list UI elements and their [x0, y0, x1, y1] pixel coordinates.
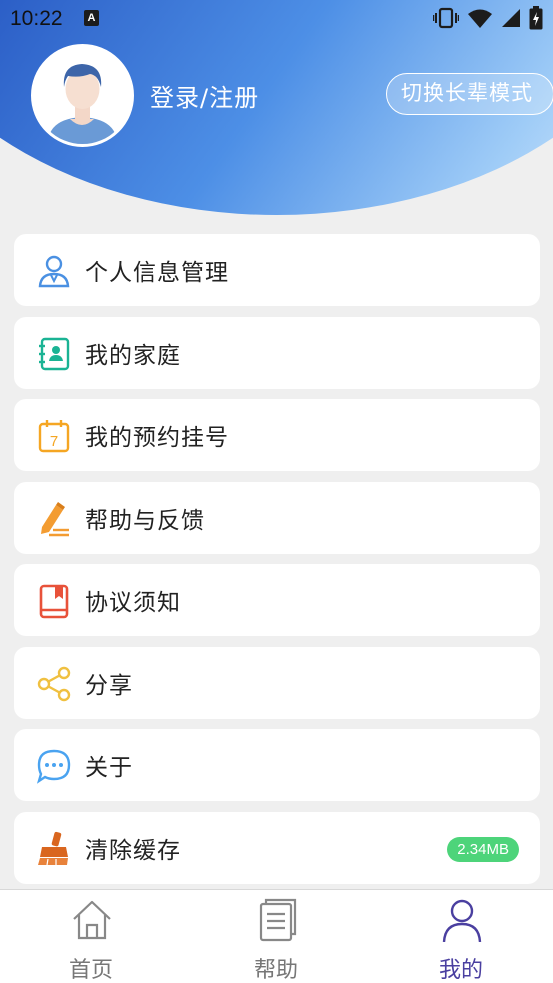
edit-pen-icon [41, 501, 69, 536]
menu-item-agreement[interactable]: 协议须知 [14, 564, 540, 636]
status-bar: 10:22 A [0, 0, 553, 38]
menu-item-share[interactable]: 分享 [14, 646, 540, 719]
default-avatar-icon [34, 47, 131, 144]
notification-a-icon: A [84, 10, 99, 26]
tab-label: 首页 [68, 958, 113, 983]
profile-header: 10:22 A 登录/注册 切换长辈模式 [0, 0, 553, 215]
wifi-icon [468, 9, 492, 28]
menu-list: 个人信息管理 我的家庭 7 我的预约挂号 帮助与反馈 协议须知 分享 关于 清除… [14, 234, 540, 894]
status-icons [433, 6, 543, 30]
menu-item-appointments[interactable]: 7 我的预约挂号 [14, 399, 540, 471]
menu-item-label: 我的预约挂号 [85, 425, 229, 451]
menu-item-label: 关于 [85, 755, 133, 781]
menu-item-label: 协议须知 [85, 590, 181, 616]
document-icon [259, 898, 297, 942]
svg-text:7: 7 [50, 433, 58, 450]
cache-size-badge: 2.34MB [447, 836, 519, 862]
vibrate-icon [433, 7, 459, 29]
person-icon [442, 899, 482, 942]
login-register-link[interactable]: 登录/注册 [150, 78, 259, 113]
menu-item-clear-cache[interactable]: 清除缓存 2.34MB [14, 811, 540, 884]
home-icon [73, 900, 111, 940]
calendar-icon: 7 [38, 420, 70, 453]
tab-home[interactable]: 首页 [31, 890, 151, 983]
user-icon [38, 255, 70, 288]
broom-icon [38, 831, 68, 865]
menu-item-label: 个人信息管理 [85, 260, 229, 286]
menu-item-label: 我的家庭 [85, 342, 181, 369]
menu-item-label: 分享 [85, 672, 133, 699]
menu-item-about[interactable]: 关于 [14, 729, 540, 801]
share-icon [37, 666, 71, 701]
status-time: 10:22 [10, 7, 63, 30]
bottom-tab-bar: 首页 帮助 我的 [0, 889, 553, 983]
menu-item-personal-info[interactable]: 个人信息管理 [14, 234, 540, 306]
battery-icon [529, 6, 543, 30]
menu-item-help-feedback[interactable]: 帮助与反馈 [14, 481, 540, 554]
avatar[interactable] [31, 44, 134, 147]
tab-label: 我的 [438, 958, 483, 983]
menu-item-my-family[interactable]: 我的家庭 [14, 316, 540, 389]
family-card-icon [39, 337, 70, 370]
menu-item-label: 清除缓存 [85, 837, 181, 864]
signal-icon [502, 9, 520, 27]
tab-help[interactable]: 帮助 [216, 890, 336, 983]
tab-mine[interactable]: 我的 [401, 890, 521, 983]
tab-label: 帮助 [253, 958, 298, 983]
menu-item-label: 帮助与反馈 [85, 507, 205, 534]
elder-mode-button[interactable]: 切换长辈模式 [386, 73, 553, 115]
chat-bubble-icon [36, 749, 71, 784]
book-icon [39, 584, 69, 619]
